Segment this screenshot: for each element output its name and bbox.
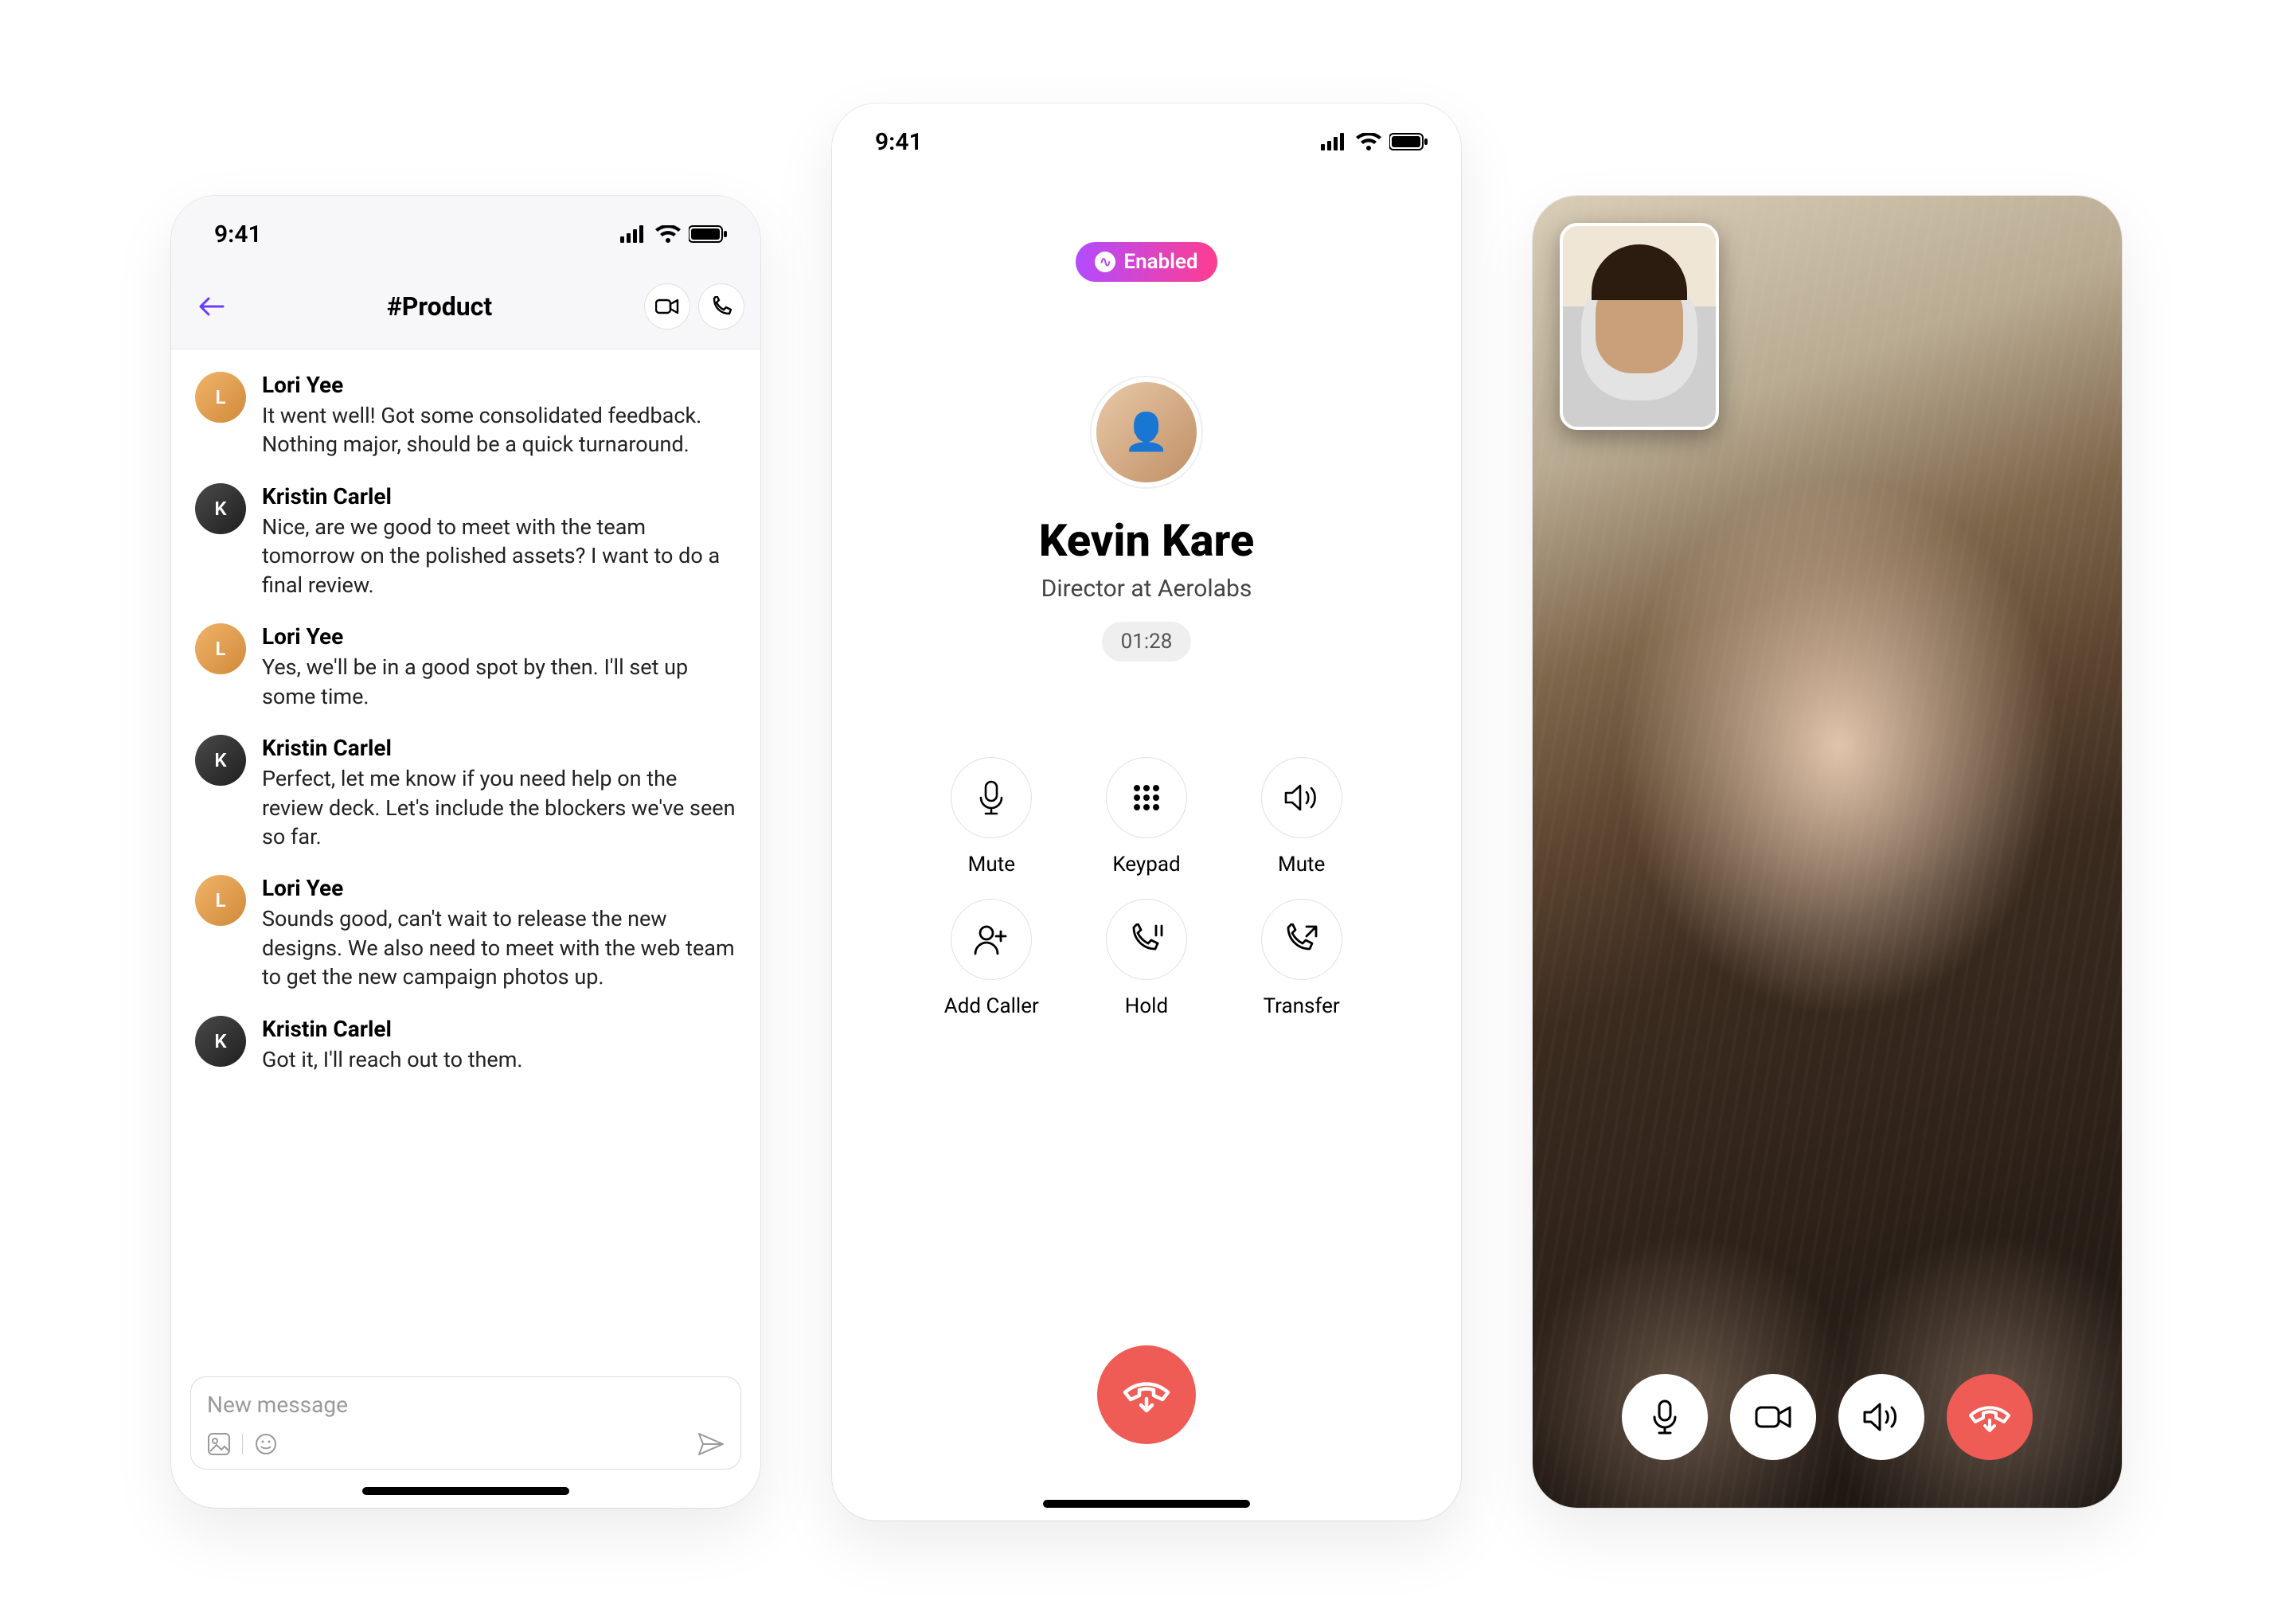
channel-title: #Product bbox=[387, 291, 492, 322]
attach-image-icon[interactable] bbox=[207, 1432, 231, 1456]
caller-subtitle: Director at Aerolabs bbox=[832, 575, 1461, 603]
avatar: L bbox=[195, 623, 246, 674]
message-item: L Lori Yee It went well! Got some consol… bbox=[195, 372, 736, 459]
message-item: L Lori Yee Sounds good, can't wait to re… bbox=[195, 875, 736, 991]
send-icon[interactable] bbox=[697, 1432, 725, 1456]
end-call-button[interactable] bbox=[1947, 1374, 2033, 1460]
message-input[interactable]: New message bbox=[207, 1392, 725, 1418]
control-label: Add Caller bbox=[932, 994, 1052, 1018]
message-list[interactable]: L Lori Yee It went well! Got some consol… bbox=[171, 349, 760, 1074]
start-voice-call-button[interactable] bbox=[698, 283, 744, 330]
call-timer: 01:28 bbox=[1102, 622, 1192, 662]
transfer-icon bbox=[1284, 923, 1319, 955]
message-item: L Lori Yee Yes, we'll be in a good spot … bbox=[195, 623, 736, 711]
caller-name: Kevin Kare bbox=[832, 514, 1461, 567]
control-label: Mute bbox=[1241, 853, 1361, 876]
status-indicators bbox=[620, 225, 727, 243]
status-time: 9:41 bbox=[214, 221, 262, 248]
control-label: Mute bbox=[932, 853, 1052, 876]
message-item: K Kristin Carlel Got it, I'll reach out … bbox=[195, 1016, 736, 1074]
status-time: 9:41 bbox=[875, 128, 923, 156]
mute-button[interactable] bbox=[1622, 1374, 1708, 1460]
chat-screen: 9:41 #Product L bbox=[171, 196, 760, 1508]
call-controls: Mute Keypad Mute Add Caller Hold Transfe… bbox=[932, 757, 1361, 1018]
home-indicator bbox=[1043, 1500, 1250, 1508]
message-text: It went well! Got some consolidated feed… bbox=[262, 401, 736, 459]
caller-avatar: 👤 bbox=[1092, 377, 1201, 487]
avatar: K bbox=[195, 483, 246, 534]
speaker-button[interactable] bbox=[1838, 1374, 1924, 1460]
wifi-icon bbox=[655, 225, 681, 243]
message-author: Kristin Carlel bbox=[262, 735, 736, 761]
control-label: Keypad bbox=[1087, 853, 1207, 876]
control-label: Hold bbox=[1087, 994, 1207, 1018]
avatar: K bbox=[195, 735, 246, 786]
cellular-icon bbox=[620, 225, 647, 243]
message-text: Perfect, let me know if you need help on… bbox=[262, 764, 736, 851]
status-bar: 9:41 bbox=[171, 196, 760, 272]
hang-up-icon bbox=[1967, 1398, 2012, 1436]
microphone-icon bbox=[976, 780, 1006, 815]
speaker-icon bbox=[1862, 1401, 1900, 1433]
speaker-icon bbox=[1284, 783, 1319, 813]
add-caller-button[interactable]: Add Caller bbox=[932, 899, 1052, 1018]
status-indicators bbox=[1321, 133, 1428, 150]
message-author: Lori Yee bbox=[262, 372, 736, 398]
chat-header: #Product bbox=[171, 272, 760, 349]
avatar: L bbox=[195, 875, 246, 926]
message-item: K Kristin Carlel Nice, are we good to me… bbox=[195, 483, 736, 599]
status-bar: 9:41 bbox=[832, 103, 1461, 180]
keypad-button[interactable]: Keypad bbox=[1087, 757, 1207, 876]
microphone-icon bbox=[1650, 1399, 1680, 1435]
toggle-video-button[interactable] bbox=[1730, 1374, 1816, 1460]
message-author: Lori Yee bbox=[262, 623, 736, 650]
back-button[interactable] bbox=[187, 295, 235, 318]
enabled-badge-icon: ∿ bbox=[1095, 252, 1115, 272]
control-label: Transfer bbox=[1241, 994, 1361, 1018]
transfer-button[interactable]: Transfer bbox=[1241, 899, 1361, 1018]
start-video-call-button[interactable] bbox=[644, 283, 690, 330]
enabled-badge: ∿ Enabled bbox=[1076, 242, 1217, 282]
message-author: Lori Yee bbox=[262, 875, 736, 901]
wifi-icon bbox=[1356, 133, 1381, 150]
video-call-screen bbox=[1533, 196, 2122, 1508]
video-icon bbox=[1754, 1403, 1792, 1431]
battery-icon bbox=[689, 225, 727, 243]
home-indicator bbox=[362, 1487, 569, 1495]
avatar: L bbox=[195, 372, 246, 423]
avatar: K bbox=[195, 1016, 246, 1067]
battery-icon bbox=[1389, 133, 1428, 150]
add-person-icon bbox=[974, 923, 1009, 955]
separator bbox=[242, 1434, 243, 1454]
hang-up-icon bbox=[1122, 1373, 1171, 1416]
message-text: Sounds good, can't wait to release the n… bbox=[262, 904, 736, 991]
cellular-icon bbox=[1321, 133, 1348, 150]
message-item: K Kristin Carlel Perfect, let me know if… bbox=[195, 735, 736, 851]
hold-button[interactable]: Hold bbox=[1087, 899, 1207, 1018]
speaker-button[interactable]: Mute bbox=[1241, 757, 1361, 876]
end-call-button[interactable] bbox=[1097, 1345, 1196, 1444]
message-text: Got it, I'll reach out to them. bbox=[262, 1045, 736, 1074]
message-author: Kristin Carlel bbox=[262, 483, 736, 509]
hold-icon bbox=[1130, 923, 1163, 955]
enabled-badge-label: Enabled bbox=[1123, 250, 1197, 274]
video-call-controls bbox=[1622, 1374, 2033, 1460]
voice-call-screen: 9:41 ∿ Enabled 👤 Kevin Kare Director at … bbox=[832, 103, 1461, 1521]
mute-button[interactable]: Mute bbox=[932, 757, 1052, 876]
message-text: Yes, we'll be in a good spot by then. I'… bbox=[262, 653, 736, 711]
keypad-icon bbox=[1132, 783, 1161, 812]
emoji-icon[interactable] bbox=[254, 1432, 278, 1456]
message-author: Kristin Carlel bbox=[262, 1016, 736, 1042]
self-video-face bbox=[1596, 270, 1683, 373]
message-text: Nice, are we good to meet with the team … bbox=[262, 513, 736, 599]
self-video-pip[interactable] bbox=[1560, 223, 1719, 430]
message-composer[interactable]: New message bbox=[190, 1376, 741, 1470]
